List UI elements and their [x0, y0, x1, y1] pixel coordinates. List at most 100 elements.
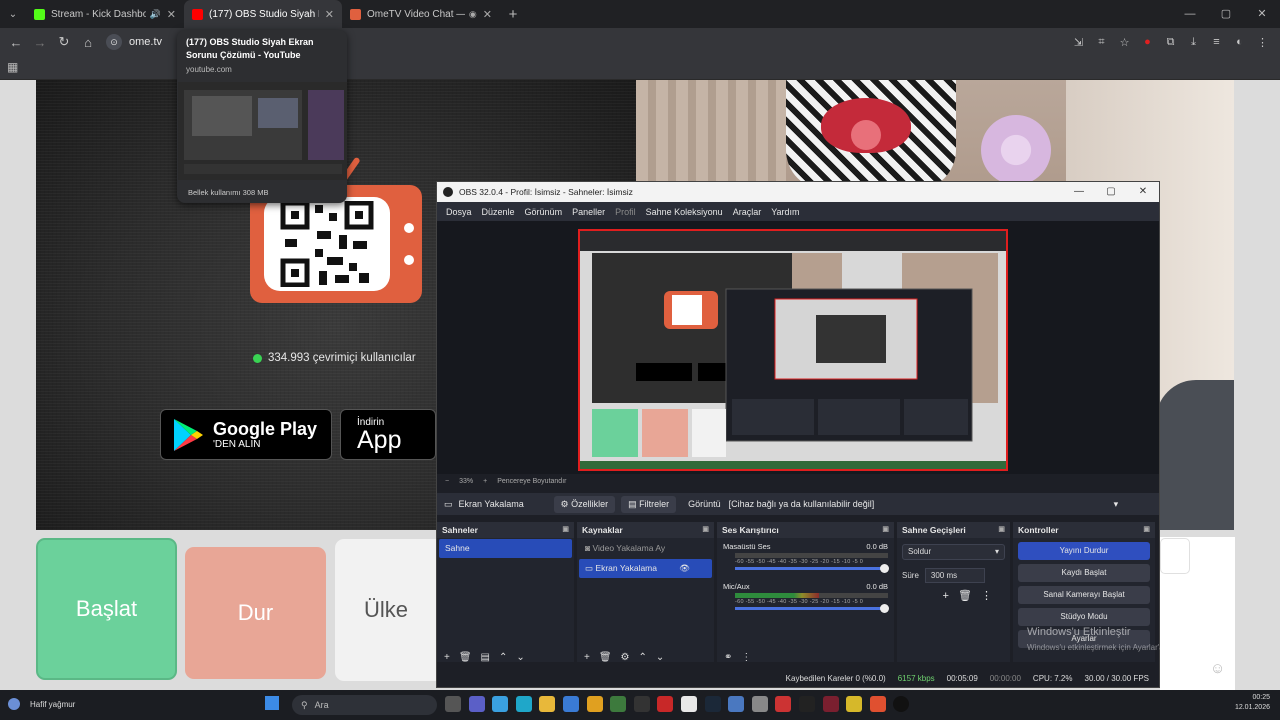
install-icon[interactable]: ⇲ — [1067, 36, 1090, 49]
explorer-icon[interactable] — [539, 696, 556, 712]
edge-icon[interactable] — [515, 696, 532, 712]
copilot-icon[interactable] — [492, 696, 509, 712]
close-tab-icon[interactable]: ✕ — [167, 8, 176, 21]
zoom-in-icon[interactable]: + — [483, 478, 487, 485]
app-icon[interactable] — [751, 696, 768, 712]
add-icon[interactable]: + — [942, 590, 948, 602]
chevron-down-icon[interactable]: ▾ — [1114, 499, 1119, 510]
add-icon[interactable]: + — [444, 652, 450, 663]
app-icon[interactable] — [822, 696, 839, 712]
taskbar-search[interactable]: ⚲ Ara — [292, 695, 437, 715]
tab-youtube[interactable]: (177) OBS Studio Siyah Ekran S ✕ — [184, 0, 342, 28]
gear-icon[interactable]: ⚙ — [621, 652, 630, 663]
app-icon[interactable] — [633, 696, 650, 712]
source-item[interactable]: ◙ Video Yakalama Ay — [579, 539, 712, 558]
windows-start-icon[interactable] — [265, 696, 279, 710]
google-play-button[interactable]: Google Play 'DEN ALIN — [160, 409, 332, 460]
slider-knob[interactable] — [880, 604, 889, 613]
menu-view[interactable]: Görünüm — [525, 207, 563, 217]
slider-knob[interactable] — [880, 564, 889, 573]
translate-icon[interactable]: ⌗ — [1090, 36, 1113, 49]
app-icon[interactable] — [728, 696, 745, 712]
minimize-icon[interactable]: — — [1063, 182, 1095, 202]
country-button[interactable]: Ülke — [335, 539, 445, 681]
tab-kick[interactable]: Stream - Kick Dashboard 🔊 ✕ — [26, 0, 184, 28]
menu-icon[interactable]: ⋮ — [1251, 36, 1274, 49]
arrow-up-icon[interactable]: ⌃ — [639, 652, 647, 663]
weather-widget[interactable]: Hafif yağmur — [8, 698, 75, 710]
store-icon[interactable] — [562, 696, 579, 712]
menu-profile[interactable]: Profil — [615, 207, 636, 217]
menu-edit[interactable]: Düzenle — [482, 207, 515, 217]
chat-input-box[interactable] — [1160, 538, 1190, 574]
trash-icon[interactable]: 🗑 — [459, 652, 472, 663]
menu-help[interactable]: Yardım — [771, 207, 799, 217]
new-tab-button[interactable]: + — [500, 6, 526, 23]
site-info-icon[interactable]: ⊙ — [106, 34, 122, 50]
bookmark-star-icon[interactable]: ☆ — [1113, 36, 1136, 49]
zoom-out-icon[interactable]: − — [445, 478, 449, 485]
close-tab-icon[interactable]: ✕ — [483, 8, 492, 21]
scene-item[interactable]: Sahne — [439, 539, 572, 558]
menu-tools[interactable]: Araçlar — [733, 207, 762, 217]
source-item[interactable]: ▭ Ekran Yakalama 👁 — [579, 559, 712, 578]
apps-grid-icon[interactable]: ▦ — [7, 60, 21, 74]
eye-icon[interactable]: 👁 — [679, 559, 690, 578]
close-icon[interactable]: ✕ — [1244, 0, 1280, 28]
app-icon[interactable] — [657, 696, 674, 712]
app-icon[interactable] — [775, 696, 792, 712]
app-icon[interactable] — [610, 696, 627, 712]
download-icon[interactable]: ⤓ — [1182, 36, 1205, 49]
menu-scene-collection[interactable]: Sahne Koleksiyonu — [646, 207, 723, 217]
volume-slider[interactable] — [735, 564, 889, 573]
chrome-icon[interactable] — [586, 696, 603, 712]
filters-button[interactable]: ▤ Filtreler — [621, 495, 677, 513]
filter-icon[interactable]: ▤ — [481, 652, 490, 663]
youtube-icon[interactable] — [680, 696, 697, 712]
arrow-up-icon[interactable]: ⌃ — [499, 652, 507, 663]
duration-input[interactable]: 300 ms — [924, 568, 985, 583]
extension-icon[interactable]: ● — [1136, 36, 1159, 48]
minimize-icon[interactable]: — — [1172, 0, 1208, 28]
stop-streaming-button[interactable]: Yayını Durdur — [1018, 542, 1150, 560]
mixer-settings-icon[interactable]: ⚭ — [724, 652, 732, 663]
app-icon[interactable] — [846, 696, 863, 712]
puzzle-icon[interactable]: ⧉ — [1159, 36, 1182, 49]
tab-search-icon[interactable]: ⌄ — [0, 0, 26, 28]
profile-avatar-icon[interactable]: ◐ — [1228, 36, 1251, 48]
arrow-down-icon[interactable]: ⌄ — [516, 652, 524, 663]
tab-ometv[interactable]: OmeTV Video Chat — Ome ◉ ✕ — [342, 0, 500, 28]
home-icon[interactable]: ⌂ — [76, 35, 100, 50]
arrow-down-icon[interactable]: ⌄ — [656, 652, 664, 663]
trash-icon[interactable]: 🗑 — [599, 652, 612, 663]
studio-mode-button[interactable]: Stüdyo Modu — [1018, 608, 1150, 626]
teams-icon[interactable] — [468, 696, 485, 712]
menu-icon[interactable]: ⋮ — [741, 652, 751, 663]
close-icon[interactable]: ✕ — [1127, 182, 1159, 202]
speaker-icon[interactable]: 🔊 — [150, 9, 161, 20]
unreal-icon[interactable] — [798, 696, 815, 712]
start-recording-button[interactable]: Kaydı Başlat — [1018, 564, 1150, 582]
forward-icon[interactable]: → — [28, 35, 52, 50]
properties-button[interactable]: ⚙ Özellikler — [553, 495, 616, 513]
display-select[interactable]: [Cihaz bağlı ya da kullanılabilir değil] — [729, 499, 1114, 509]
trash-icon[interactable]: 🗑 — [958, 590, 972, 602]
menu-file[interactable]: Dosya — [446, 207, 472, 217]
maximize-icon[interactable]: ▢ — [1208, 0, 1244, 28]
obs-preview-canvas[interactable] — [578, 229, 1008, 471]
emoji-icon[interactable]: ☺ — [1210, 660, 1225, 677]
start-virtual-camera-button[interactable]: Sanal Kamerayı Başlat — [1018, 586, 1150, 604]
menu-docks[interactable]: Paneller — [572, 207, 605, 217]
start-button[interactable]: Başlat — [36, 538, 177, 680]
maximize-icon[interactable]: ▢ — [1095, 182, 1127, 202]
add-icon[interactable]: + — [584, 652, 590, 663]
menu-icon[interactable]: ⋮ — [981, 590, 992, 602]
steam-icon[interactable] — [704, 696, 721, 712]
transition-select[interactable]: Soldur — [902, 544, 1005, 560]
obs-icon[interactable] — [893, 696, 910, 712]
back-icon[interactable]: ← — [4, 35, 28, 50]
volume-slider[interactable] — [735, 604, 889, 613]
zoom-mode[interactable]: Pencereye Boyutandır — [497, 478, 566, 485]
task-view-icon[interactable] — [445, 696, 461, 712]
stop-button[interactable]: Dur — [185, 547, 326, 679]
